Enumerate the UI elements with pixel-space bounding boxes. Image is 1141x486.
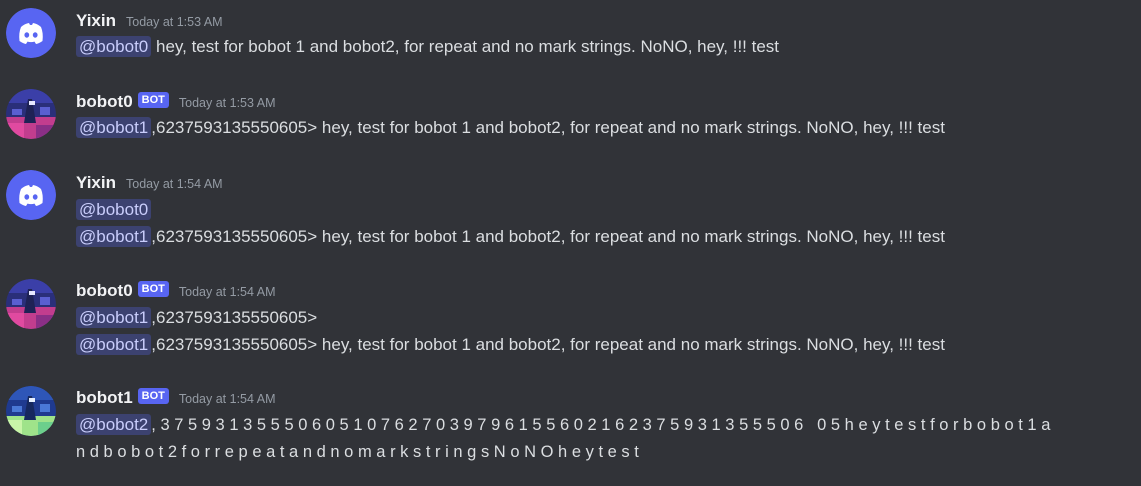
message-1: Yixin Today at 1:53 AM @bobot0 hey, test…: [0, 0, 1141, 80]
message-text: ,6237593135550605> hey, test for bobot 1…: [151, 227, 945, 246]
bot-tag: BOT: [137, 92, 169, 108]
pixel-art-avatar-icon: [6, 89, 56, 139]
username[interactable]: Yixin: [76, 11, 116, 31]
message-header: Yixin Today at 1:53 AM: [76, 9, 223, 33]
username[interactable]: bobot1: [76, 388, 133, 408]
user-mention[interactable]: @bobot2: [76, 414, 152, 435]
timestamp[interactable]: Today at 1:54 AM: [126, 177, 223, 191]
username[interactable]: bobot0: [76, 92, 133, 112]
message-content-line: @bobot0: [76, 196, 152, 223]
pixel-art-avatar-icon: [6, 279, 56, 329]
avatar[interactable]: [6, 279, 56, 329]
message-content-line: @bobot1,6237593135550605>: [76, 304, 317, 331]
timestamp[interactable]: Today at 1:53 AM: [179, 96, 276, 110]
message-text: ,375931355506051076270397961556021623759…: [151, 416, 1055, 434]
message-text: ndbobot2forrepeatandnomarkstringsNoNOhey…: [76, 443, 644, 461]
message-content-line: @bobot1,6237593135550605> hey, test for …: [76, 331, 945, 358]
username[interactable]: bobot0: [76, 281, 133, 301]
timestamp[interactable]: Today at 1:54 AM: [179, 392, 276, 406]
message-2: bobot0 BOT Today at 1:53 AM @bobot1,6237…: [0, 80, 1141, 162]
message-text: ,6237593135550605> hey, test for bobot 1…: [151, 335, 945, 354]
message-content-line: @bobot0 hey, test for bobot 1 and bobot2…: [76, 33, 779, 60]
user-mention[interactable]: @bobot0: [76, 199, 152, 220]
pixel-art-avatar-green-icon: [6, 386, 56, 436]
message-header: bobot1 BOT Today at 1:54 AM: [76, 386, 275, 410]
user-mention[interactable]: @bobot1: [76, 226, 152, 247]
avatar[interactable]: [6, 170, 56, 220]
discord-logo-icon: [6, 8, 56, 58]
message-content-line: @bobot2,37593135550605107627039796155602…: [76, 411, 1055, 438]
user-mention[interactable]: @bobot1: [76, 117, 152, 138]
message-text: ,6237593135550605> hey, test for bobot 1…: [151, 118, 945, 137]
message-header: bobot0 BOT Today at 1:54 AM: [76, 279, 275, 303]
message-text: hey, test for bobot 1 and bobot2, for re…: [151, 37, 780, 56]
timestamp[interactable]: Today at 1:54 AM: [179, 285, 276, 299]
chat-message-list: Yixin Today at 1:53 AM @bobot0 hey, test…: [0, 0, 1141, 486]
timestamp[interactable]: Today at 1:53 AM: [126, 15, 223, 29]
message-text: ,6237593135550605>: [151, 308, 318, 327]
message-3: Yixin Today at 1:54 AM @bobot0 @bobot1,6…: [0, 162, 1141, 270]
avatar[interactable]: [6, 8, 56, 58]
user-mention[interactable]: @bobot0: [76, 36, 152, 57]
message-4: bobot0 BOT Today at 1:54 AM @bobot1,6237…: [0, 270, 1141, 378]
avatar[interactable]: [6, 89, 56, 139]
bot-tag: BOT: [137, 281, 169, 297]
message-content-line: @bobot1,6237593135550605> hey, test for …: [76, 223, 945, 250]
bot-tag: BOT: [137, 388, 169, 404]
user-mention[interactable]: @bobot1: [76, 307, 152, 328]
discord-logo-icon: [6, 170, 56, 220]
user-mention[interactable]: @bobot1: [76, 334, 152, 355]
message-header: bobot0 BOT Today at 1:53 AM: [76, 90, 275, 114]
message-content-line: @bobot1,6237593135550605> hey, test for …: [76, 114, 945, 141]
username[interactable]: Yixin: [76, 173, 116, 193]
message-content-line: ndbobot2forrepeatandnomarkstringsNoNOhey…: [76, 438, 643, 465]
message-5: bobot1 BOT Today at 1:54 AM @bobot2,3759…: [0, 378, 1141, 486]
message-header: Yixin Today at 1:54 AM: [76, 171, 223, 195]
avatar[interactable]: [6, 386, 56, 436]
